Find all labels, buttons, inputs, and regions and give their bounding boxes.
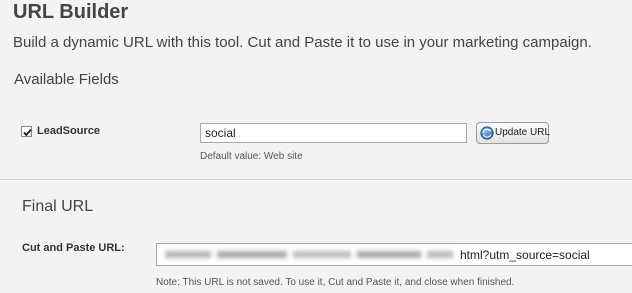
page-title: URL Builder [13, 1, 129, 23]
available-fields-heading: Available Fields [14, 71, 119, 88]
update-url-label: Update URL [495, 127, 551, 138]
url-not-saved-note: Note: This URL is not saved. To use it, … [156, 277, 515, 288]
leadsource-label: LeadSource [37, 125, 100, 137]
checkmark-icon [23, 128, 32, 137]
final-url-heading: Final URL [22, 198, 94, 215]
final-url-field[interactable]: html?utm_source=social [156, 243, 632, 266]
globe-refresh-icon [480, 126, 494, 140]
update-url-button[interactable]: Update URL [476, 122, 551, 144]
redacted-url-text [165, 251, 453, 258]
cut-and-paste-url-label: Cut and Paste URL: [22, 242, 125, 254]
default-value-hint: Default value: Web site [200, 151, 303, 162]
page-subtitle: Build a dynamic URL with this tool. Cut … [13, 34, 592, 51]
leadsource-checkbox[interactable] [21, 126, 32, 137]
final-url-visible-text: html?utm_source=social [460, 248, 590, 262]
leadsource-value-input[interactable] [200, 123, 467, 143]
section-divider [0, 179, 632, 180]
